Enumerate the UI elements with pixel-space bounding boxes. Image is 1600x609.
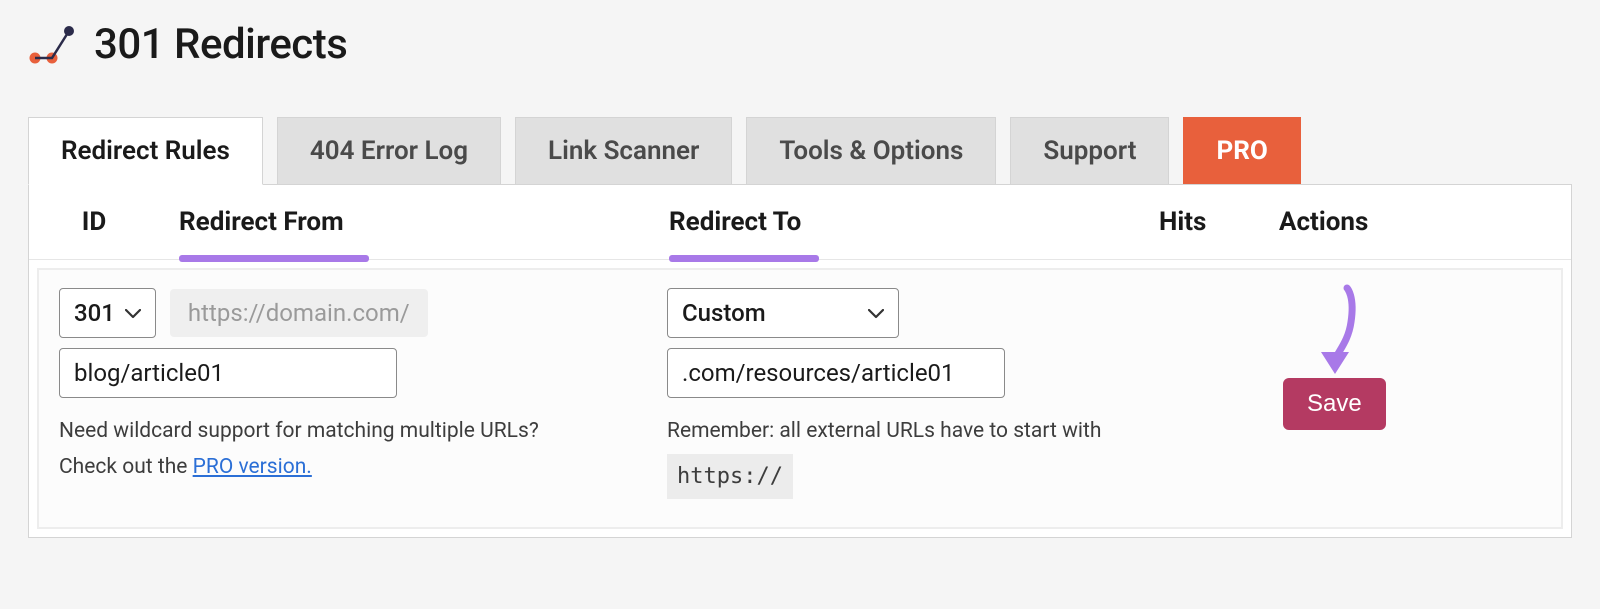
page-header: 301 Redirects (28, 20, 1572, 69)
tab-link-scanner[interactable]: Link Scanner (515, 117, 732, 185)
chevron-down-icon (868, 304, 884, 323)
column-header-redirect-to: Redirect To (649, 185, 1139, 259)
redirect-from-column: 301 https://domain.com/ Need wildcard su… (59, 288, 667, 499)
tab-support[interactable]: Support (1010, 117, 1169, 185)
redirect-from-path-input[interactable] (59, 348, 397, 398)
destination-type-select[interactable]: Custom (667, 288, 899, 338)
status-code-value: 301 (74, 299, 115, 327)
redirect-form-row: 301 https://domain.com/ Need wildcard su… (37, 268, 1563, 529)
tab-tools-options[interactable]: Tools & Options (746, 117, 996, 185)
rules-panel: ID Redirect From Redirect To Hits Action… (28, 184, 1572, 538)
from-hint-text: Need wildcard support for matching multi… (59, 414, 667, 485)
column-header-id: ID (29, 185, 159, 259)
to-hint-text: Remember: all external URLs have to star… (667, 414, 1275, 499)
column-header-redirect-from: Redirect From (159, 185, 649, 259)
status-code-select[interactable]: 301 (59, 288, 156, 338)
tabs-nav: Redirect Rules 404 Error Log Link Scanne… (28, 117, 1572, 185)
actions-column: Save (1275, 288, 1541, 499)
column-header-hits: Hits (1139, 185, 1259, 259)
tab-404-error-log[interactable]: 404 Error Log (277, 117, 501, 185)
chevron-down-icon (125, 304, 141, 323)
https-code-hint: https:// (667, 454, 793, 499)
redirect-logo-icon (28, 25, 76, 65)
redirect-to-column: Custom Remember: all external URLs have … (667, 288, 1275, 499)
tab-redirect-rules[interactable]: Redirect Rules (28, 117, 263, 185)
tab-pro[interactable]: PRO (1183, 117, 1300, 185)
destination-type-value: Custom (682, 299, 766, 327)
page-title: 301 Redirects (94, 20, 347, 69)
save-button[interactable]: Save (1283, 378, 1386, 430)
source-domain-chip: https://domain.com/ (170, 289, 428, 337)
redirect-to-url-input[interactable] (667, 348, 1005, 398)
arrow-down-icon (1311, 282, 1361, 386)
table-header-row: ID Redirect From Redirect To Hits Action… (29, 185, 1571, 260)
pro-version-link[interactable]: PRO version. (193, 455, 312, 479)
column-header-actions: Actions (1259, 185, 1571, 259)
